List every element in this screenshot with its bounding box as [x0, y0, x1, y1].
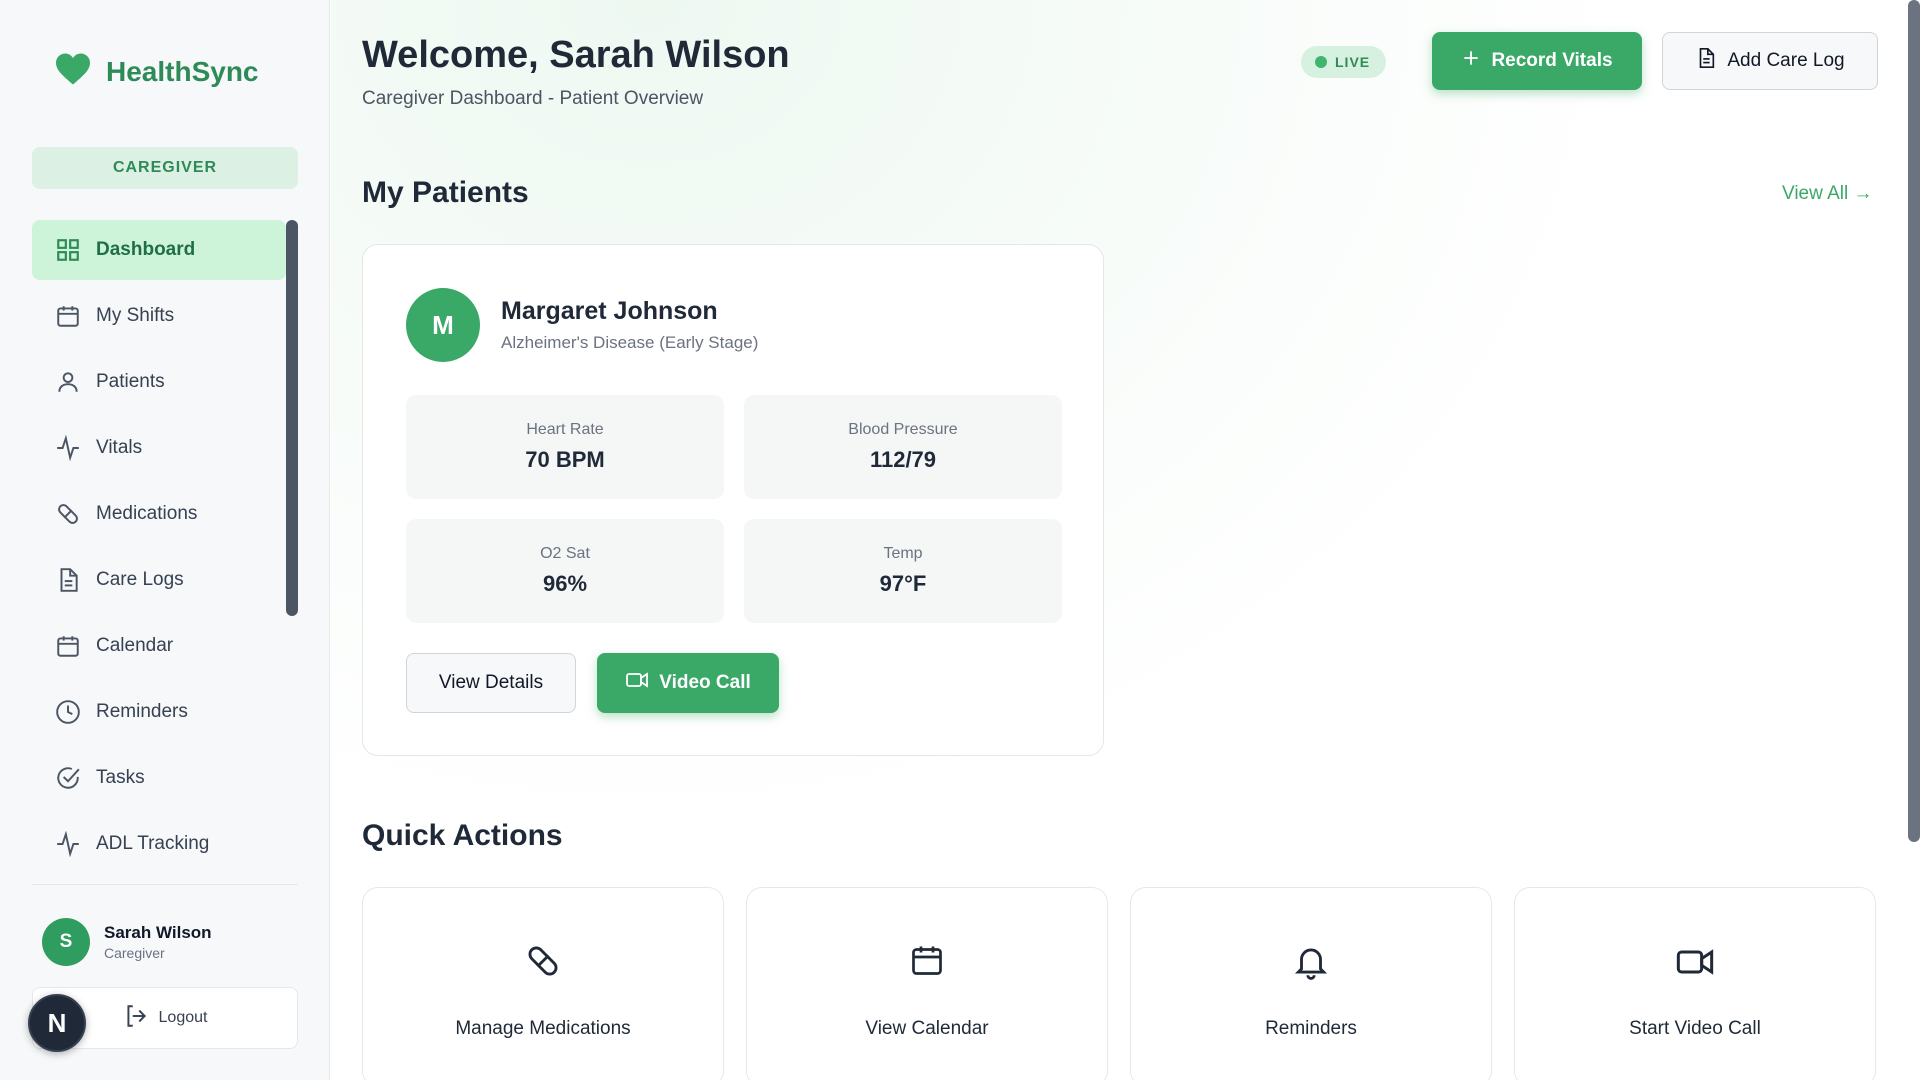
live-label: LIVE	[1335, 54, 1371, 70]
activity-icon	[54, 830, 82, 858]
sidebar-item-tasks[interactable]: Tasks	[32, 748, 286, 808]
main-content: Welcome, Sarah Wilson Caregiver Dashboar…	[331, 0, 1920, 1080]
user-icon	[54, 368, 82, 396]
quick-action-label: Reminders	[1265, 1018, 1357, 1039]
sidebar-item-reminders[interactable]: Reminders	[32, 682, 286, 742]
quick-action-label: Start Video Call	[1629, 1018, 1761, 1039]
calendar-icon	[54, 632, 82, 660]
patient-condition: Alzheimer's Disease (Early Stage)	[501, 333, 759, 352]
vital-value: 97°F	[879, 571, 927, 596]
sidebar-nav: Dashboard My Shifts Patients Vitals Medi…	[32, 220, 286, 880]
vital-label: O2 Sat	[540, 545, 590, 562]
add-care-log-label: Add Care Log	[1727, 50, 1845, 71]
bell-icon	[1131, 942, 1491, 980]
vital-o2-sat: O2 Sat 96%	[406, 519, 724, 623]
video-call-button[interactable]: Video Call	[597, 653, 779, 713]
calendar-icon	[747, 942, 1107, 978]
calendar-icon	[54, 302, 82, 330]
sidebar-item-label: ADL Tracking	[96, 833, 210, 854]
vital-temp: Temp 97°F	[744, 519, 1062, 623]
user-role: Caregiver	[104, 945, 165, 961]
vital-label: Temp	[883, 545, 923, 562]
page-title: Welcome, Sarah Wilson	[362, 34, 790, 76]
user-name: Sarah Wilson	[104, 923, 212, 942]
page-scrollbar[interactable]	[1908, 0, 1920, 842]
grid-icon	[54, 236, 82, 264]
my-patients-heading: My Patients	[362, 176, 529, 209]
role-badge: CAREGIVER	[32, 147, 298, 189]
add-care-log-button[interactable]: Add Care Log	[1662, 32, 1878, 90]
sidebar-item-label: Medications	[96, 503, 198, 524]
file-text-icon	[1695, 47, 1717, 75]
patient-name: Margaret Johnson	[501, 297, 718, 325]
sidebar-item-vitals[interactable]: Vitals	[32, 418, 286, 478]
vital-blood-pressure: Blood Pressure 112/79	[744, 395, 1062, 499]
pill-icon	[363, 942, 723, 980]
quick-actions-heading: Quick Actions	[362, 819, 563, 852]
sidebar-item-calendar[interactable]: Calendar	[32, 616, 286, 676]
live-dot-icon	[1315, 56, 1327, 68]
activity-icon	[54, 434, 82, 462]
sidebar-item-label: Vitals	[96, 437, 143, 458]
sidebar-item-label: Patients	[96, 371, 165, 392]
sidebar-item-adl-tracking[interactable]: ADL Tracking	[32, 814, 286, 874]
vital-heart-rate: Heart Rate 70 BPM	[406, 395, 724, 499]
quick-action-view-calendar[interactable]: View Calendar	[746, 887, 1108, 1080]
patient-card: M Margaret Johnson Alzheimer's Disease (…	[362, 244, 1104, 756]
sidebar-item-label: Calendar	[96, 635, 174, 656]
vital-value: 70 BPM	[525, 447, 605, 472]
brand-name: HealthSync	[106, 55, 259, 87]
video-icon	[1515, 942, 1875, 982]
video-call-label: Video Call	[659, 672, 751, 693]
sidebar-item-dashboard[interactable]: Dashboard	[32, 220, 286, 280]
dev-badge[interactable]: N	[28, 994, 86, 1052]
sidebar: HealthSync CAREGIVER Dashboard My Shifts…	[0, 0, 330, 1080]
clock-icon	[54, 698, 82, 726]
sidebar-item-patients[interactable]: Patients	[32, 352, 286, 412]
quick-action-start-video-call[interactable]: Start Video Call	[1514, 887, 1876, 1080]
avatar: S	[42, 918, 90, 966]
vital-label: Blood Pressure	[848, 421, 958, 438]
sidebar-item-my-shifts[interactable]: My Shifts	[32, 286, 286, 346]
sidebar-item-label: Reminders	[96, 701, 188, 722]
quick-action-manage-medications[interactable]: Manage Medications	[362, 887, 724, 1080]
file-text-icon	[54, 566, 82, 594]
vital-value: 112/79	[869, 447, 937, 472]
record-vitals-button[interactable]: Record Vitals	[1432, 32, 1642, 90]
plus-icon	[1461, 48, 1481, 74]
sidebar-item-medications[interactable]: Medications	[32, 484, 286, 544]
sidebar-scrollbar[interactable]	[286, 220, 298, 616]
vital-label: Heart Rate	[526, 421, 604, 438]
sidebar-item-care-logs[interactable]: Care Logs	[32, 550, 286, 610]
user-profile[interactable]: S Sarah Wilson Caregiver	[42, 918, 212, 966]
quick-action-label: Manage Medications	[455, 1018, 631, 1039]
view-details-button[interactable]: View Details	[406, 653, 576, 713]
video-icon	[625, 668, 649, 698]
logout-icon	[123, 1003, 149, 1034]
logout-label: Logout	[158, 1009, 208, 1026]
sidebar-item-label: Dashboard	[96, 239, 196, 260]
sidebar-item-label: Tasks	[96, 767, 145, 788]
heart-icon	[54, 52, 92, 91]
quick-action-reminders[interactable]: Reminders	[1130, 887, 1492, 1080]
pill-icon	[54, 500, 82, 528]
page-subtitle: Caregiver Dashboard - Patient Overview	[362, 88, 704, 109]
sidebar-item-label: Care Logs	[96, 569, 184, 590]
vital-value: 96%	[542, 571, 588, 596]
patient-avatar: M	[406, 288, 480, 362]
sidebar-item-label: My Shifts	[96, 305, 175, 326]
brand-logo[interactable]: HealthSync	[54, 52, 259, 91]
divider	[32, 884, 298, 885]
record-vitals-label: Record Vitals	[1491, 50, 1613, 71]
live-status-badge: LIVE	[1301, 46, 1387, 78]
check-circle-icon	[54, 764, 82, 792]
quick-action-label: View Calendar	[865, 1018, 989, 1039]
view-all-link[interactable]: View All →	[1782, 183, 1872, 205]
